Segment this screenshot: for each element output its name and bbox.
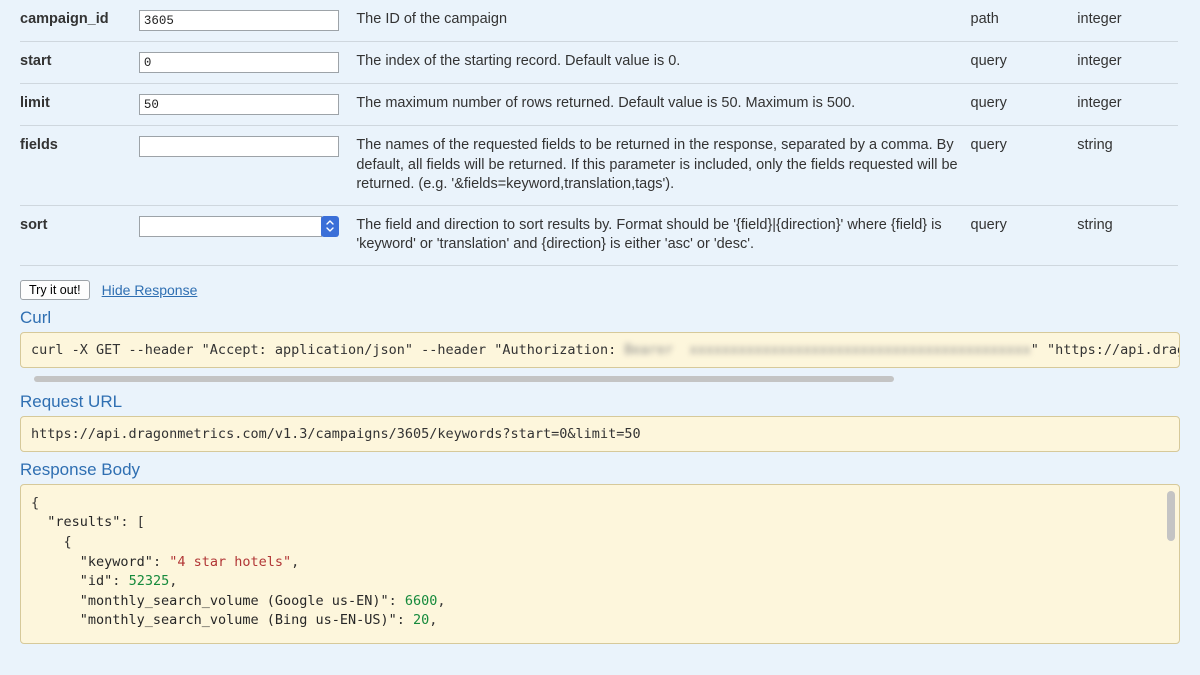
param-in: query <box>971 205 1078 265</box>
select-dropdown-icon[interactable] <box>321 216 339 237</box>
parameters-table: campaign_idThe ID of the campaignpathint… <box>20 0 1178 266</box>
param-input-cell <box>139 205 357 265</box>
try-it-out-button[interactable]: Try it out! <box>20 280 90 300</box>
param-row-limit: limit The maximum number of rows returned… <box>20 84 1178 126</box>
param-description: The index of the starting record. Defaul… <box>356 42 970 84</box>
param-type: integer <box>1077 84 1178 126</box>
param-type: string <box>1077 205 1178 265</box>
param-name: sort <box>20 205 139 265</box>
param-input-cell <box>139 0 357 42</box>
param-name: campaign_id <box>20 0 139 42</box>
param-in: path <box>971 0 1078 42</box>
curl-command-box: curl -X GET --header "Accept: applicatio… <box>20 332 1180 368</box>
curl-prefix: curl -X GET --header "Accept: applicatio… <box>31 342 616 358</box>
param-input-start[interactable] <box>139 52 339 73</box>
param-row-start: start The index of the starting record. D… <box>20 42 1178 84</box>
hide-response-link[interactable]: Hide Response <box>102 282 198 298</box>
param-description: The ID of the campaign <box>356 0 970 42</box>
request-url-heading: Request URL <box>20 392 1180 412</box>
param-type: integer <box>1077 42 1178 84</box>
curl-auth-blurred: Bearer xxxxxxxxxxxxxxxxxxxxxxxxxxxxxxxxx… <box>624 342 1030 358</box>
param-in: query <box>971 42 1078 84</box>
param-name: start <box>20 42 139 84</box>
response-body-vertical-scrollbar[interactable] <box>1167 491 1175 541</box>
response-body-box: { "results": [ { "keyword": "4 star hote… <box>20 484 1180 644</box>
param-input-limit[interactable] <box>139 94 339 115</box>
param-row-campaign_id: campaign_id The ID of the campaignpathint… <box>20 0 1178 42</box>
param-in: query <box>971 126 1078 206</box>
curl-horizontal-scrollbar[interactable] <box>20 374 1180 384</box>
response-body-heading: Response Body <box>20 460 1180 480</box>
action-row: Try it out! Hide Response <box>20 280 1180 300</box>
param-input-fields[interactable] <box>139 136 339 157</box>
param-input-cell <box>139 84 357 126</box>
curl-suffix: " "https://api.dragonmetrics.com/v <box>1031 342 1180 358</box>
param-type: string <box>1077 126 1178 206</box>
param-select-sort[interactable] <box>139 216 322 237</box>
param-description: The maximum number of rows returned. Def… <box>356 84 970 126</box>
param-name: limit <box>20 84 139 126</box>
param-type: integer <box>1077 0 1178 42</box>
scrollbar-thumb[interactable] <box>34 376 894 382</box>
param-description: The field and direction to sort results … <box>356 205 970 265</box>
param-row-sort: sort The field and direction to sort resu… <box>20 205 1178 265</box>
param-name: fields <box>20 126 139 206</box>
param-input-campaign_id[interactable] <box>139 10 339 31</box>
curl-heading: Curl <box>20 308 1180 328</box>
param-row-fields: fields The names of the requested fields … <box>20 126 1178 206</box>
param-input-cell <box>139 126 357 206</box>
param-input-cell <box>139 42 357 84</box>
param-description: The names of the requested fields to be … <box>356 126 970 206</box>
param-in: query <box>971 84 1078 126</box>
request-url-box: https://api.dragonmetrics.com/v1.3/campa… <box>20 416 1180 452</box>
